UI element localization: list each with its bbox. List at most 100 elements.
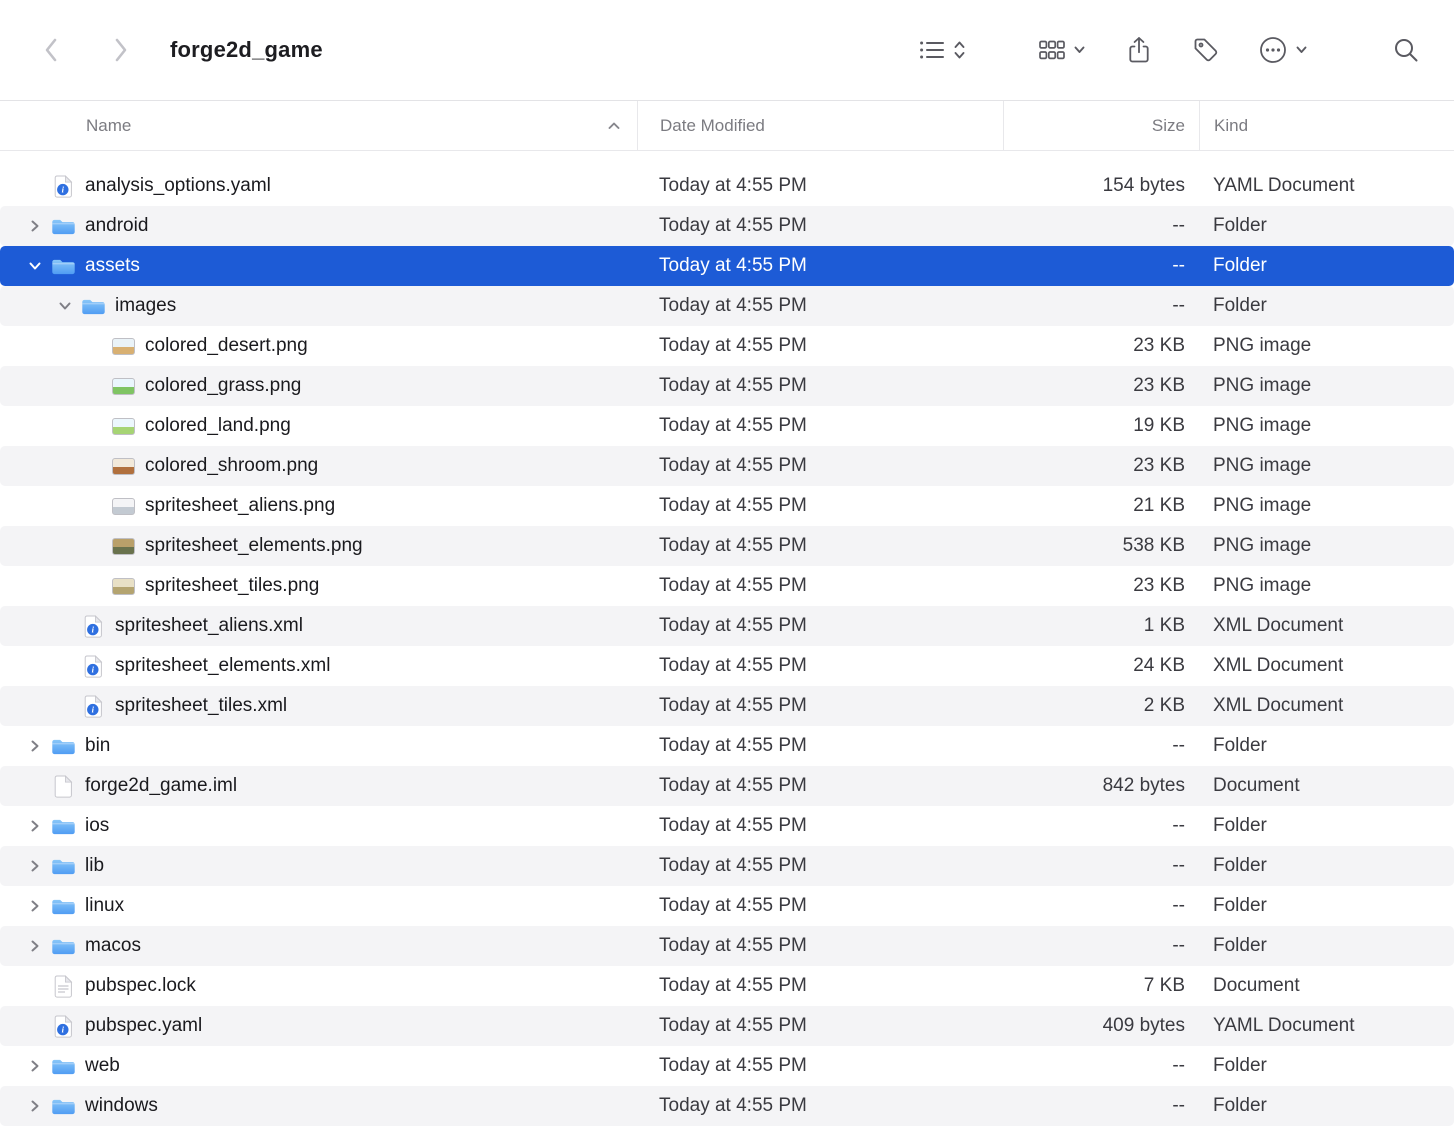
disclosure-chevron-icon <box>29 820 41 832</box>
disclosure-toggle[interactable] <box>20 1060 50 1072</box>
sort-ascending-icon <box>607 121 621 131</box>
file-size: -- <box>1003 815 1199 837</box>
disclosure-toggle[interactable] <box>20 900 50 912</box>
more-icon <box>1258 35 1288 65</box>
file-row[interactable]: forge2d_game.imlToday at 4:55 PM842 byte… <box>0 766 1454 806</box>
file-size: 7 KB <box>1003 975 1199 997</box>
file-row[interactable]: assetsToday at 4:55 PM--Folder <box>0 246 1454 286</box>
file-row[interactable]: androidToday at 4:55 PM--Folder <box>0 206 1454 246</box>
chevron-down-icon <box>1295 45 1308 55</box>
file-name: spritesheet_tiles.xml <box>115 695 287 717</box>
file-kind: XML Document <box>1199 615 1454 637</box>
file-size: 23 KB <box>1003 575 1199 597</box>
disclosure-toggle[interactable] <box>50 300 80 312</box>
file-name-cell: spritesheet_aliens.png <box>0 486 637 526</box>
file-row[interactable]: ianalysis_options.yamlToday at 4:55 PM15… <box>0 166 1454 206</box>
file-name: windows <box>85 1095 158 1117</box>
file-row[interactable]: imagesToday at 4:55 PM--Folder <box>0 286 1454 326</box>
file-name: linux <box>85 895 124 917</box>
search-icon <box>1392 36 1420 64</box>
date-modified: Today at 4:55 PM <box>637 255 1003 277</box>
file-row[interactable]: spritesheet_elements.pngToday at 4:55 PM… <box>0 526 1454 566</box>
file-name: colored_grass.png <box>145 375 301 397</box>
file-size: 2 KB <box>1003 695 1199 717</box>
disclosure-chevron-icon <box>29 860 41 872</box>
share-button[interactable] <box>1126 35 1152 65</box>
file-kind: Folder <box>1199 935 1454 957</box>
file-row[interactable]: macosToday at 4:55 PM--Folder <box>0 926 1454 966</box>
tag-button[interactable] <box>1192 36 1220 64</box>
file-kind: YAML Document <box>1199 1015 1454 1037</box>
file-name-cell: assets <box>0 246 637 286</box>
disclosure-toggle[interactable] <box>20 260 50 272</box>
disclosure-toggle[interactable] <box>20 860 50 872</box>
back-button[interactable] <box>34 33 68 67</box>
file-size: -- <box>1003 215 1199 237</box>
file-row[interactable]: libToday at 4:55 PM--Folder <box>0 846 1454 886</box>
file-name: bin <box>85 735 110 757</box>
file-kind: Folder <box>1199 895 1454 917</box>
image-icon <box>110 498 136 515</box>
column-header-kind[interactable]: Kind <box>1199 101 1454 150</box>
file-row[interactable]: pubspec.lockToday at 4:55 PM7 KBDocument <box>0 966 1454 1006</box>
file-name: spritesheet_aliens.xml <box>115 615 303 637</box>
file-row[interactable]: ipubspec.yamlToday at 4:55 PM409 bytesYA… <box>0 1006 1454 1046</box>
date-modified: Today at 4:55 PM <box>637 975 1003 997</box>
disclosure-toggle[interactable] <box>20 820 50 832</box>
file-row[interactable]: iosToday at 4:55 PM--Folder <box>0 806 1454 846</box>
yaml-icon: i <box>50 175 76 198</box>
file-row[interactable]: colored_shroom.pngToday at 4:55 PM23 KBP… <box>0 446 1454 486</box>
file-name-cell: forge2d_game.iml <box>0 766 637 806</box>
forward-icon <box>110 35 132 65</box>
file-row[interactable]: spritesheet_tiles.pngToday at 4:55 PM23 … <box>0 566 1454 606</box>
image-icon <box>110 338 136 355</box>
date-modified: Today at 4:55 PM <box>637 375 1003 397</box>
file-row[interactable]: ispritesheet_elements.xmlToday at 4:55 P… <box>0 646 1454 686</box>
column-headers: Name Date Modified Size Kind <box>0 101 1454 151</box>
date-modified: Today at 4:55 PM <box>637 215 1003 237</box>
list-view-icon <box>918 38 946 62</box>
file-row[interactable]: colored_grass.pngToday at 4:55 PM23 KBPN… <box>0 366 1454 406</box>
file-row[interactable]: colored_desert.pngToday at 4:55 PM23 KBP… <box>0 326 1454 366</box>
toolbar: forge2d_game <box>0 0 1454 101</box>
image-icon <box>110 578 136 595</box>
disclosure-toggle[interactable] <box>20 740 50 752</box>
disclosure-toggle[interactable] <box>20 940 50 952</box>
date-modified: Today at 4:55 PM <box>637 895 1003 917</box>
disclosure-toggle[interactable] <box>20 220 50 232</box>
disclosure-chevron-icon <box>29 940 41 952</box>
file-row[interactable]: linuxToday at 4:55 PM--Folder <box>0 886 1454 926</box>
file-name: colored_desert.png <box>145 335 308 357</box>
group-by-control[interactable] <box>1038 38 1086 62</box>
date-modified: Today at 4:55 PM <box>637 615 1003 637</box>
file-row[interactable]: binToday at 4:55 PM--Folder <box>0 726 1454 766</box>
column-header-name[interactable]: Name <box>0 101 637 150</box>
date-modified: Today at 4:55 PM <box>637 455 1003 477</box>
file-row[interactable]: ispritesheet_tiles.xmlToday at 4:55 PM2 … <box>0 686 1454 726</box>
file-kind: XML Document <box>1199 695 1454 717</box>
file-name-cell: lib <box>0 846 637 886</box>
file-row[interactable]: windowsToday at 4:55 PM--Folder <box>0 1086 1454 1126</box>
date-modified: Today at 4:55 PM <box>637 695 1003 717</box>
file-row[interactable]: ispritesheet_aliens.xmlToday at 4:55 PM1… <box>0 606 1454 646</box>
date-modified: Today at 4:55 PM <box>637 495 1003 517</box>
file-name: macos <box>85 935 141 957</box>
folder-icon <box>50 1097 76 1116</box>
column-header-size[interactable]: Size <box>1003 101 1199 150</box>
file-kind: Folder <box>1199 1095 1454 1117</box>
folder-icon <box>50 857 76 876</box>
file-row[interactable]: spritesheet_aliens.pngToday at 4:55 PM21… <box>0 486 1454 526</box>
doc-icon <box>50 775 76 798</box>
column-header-date[interactable]: Date Modified <box>637 101 1003 150</box>
search-button[interactable] <box>1392 36 1420 64</box>
file-row[interactable]: webToday at 4:55 PM--Folder <box>0 1046 1454 1086</box>
file-kind: Folder <box>1199 855 1454 877</box>
file-row[interactable]: colored_land.pngToday at 4:55 PM19 KBPNG… <box>0 406 1454 446</box>
folder-icon <box>50 937 76 956</box>
file-name: spritesheet_elements.png <box>145 535 363 557</box>
forward-button[interactable] <box>104 33 138 67</box>
disclosure-toggle[interactable] <box>20 1100 50 1112</box>
more-actions-control[interactable] <box>1258 35 1308 65</box>
share-icon <box>1126 35 1152 65</box>
view-mode-control[interactable] <box>918 38 966 62</box>
